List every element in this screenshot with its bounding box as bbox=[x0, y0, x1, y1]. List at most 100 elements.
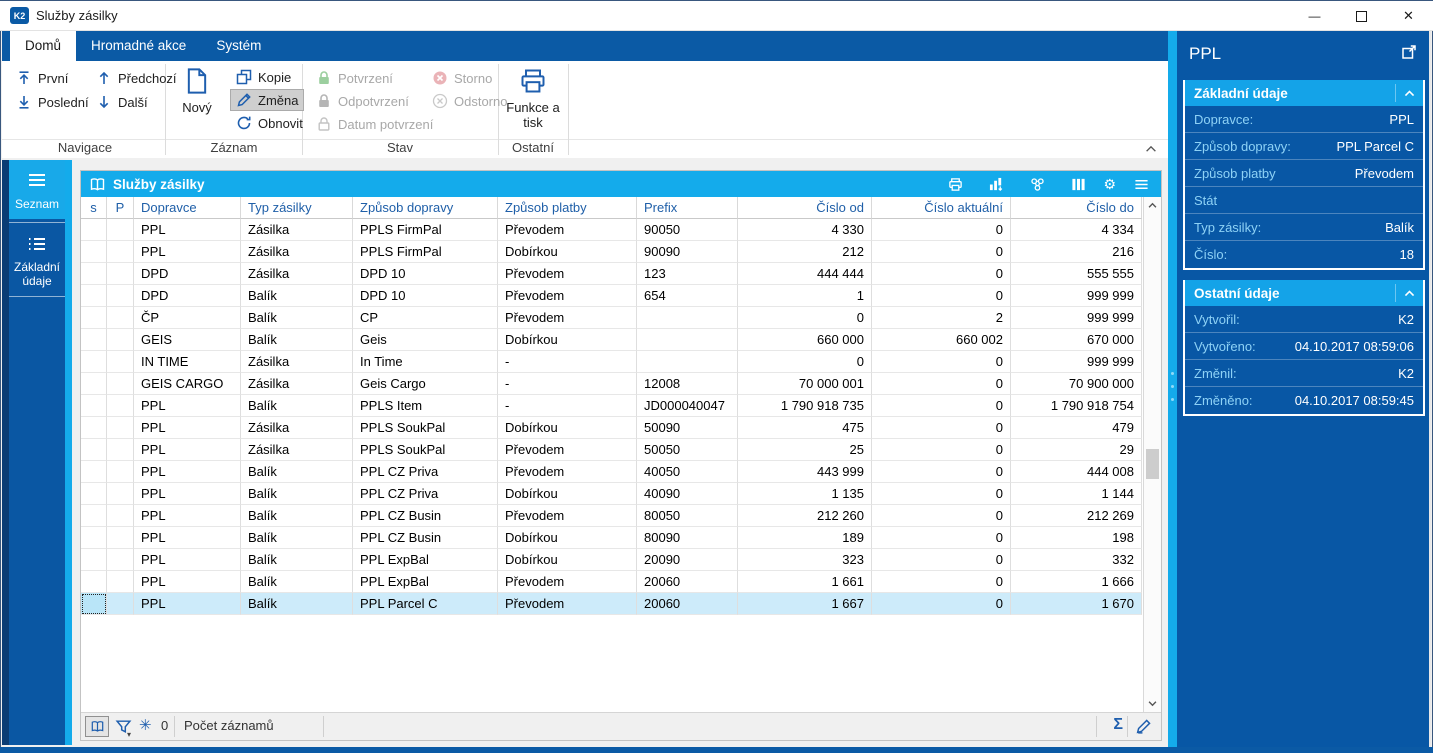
table-cell[interactable] bbox=[81, 219, 107, 241]
filter-caret-icon[interactable]: ▾ bbox=[127, 730, 131, 739]
edit-icon[interactable] bbox=[1135, 718, 1152, 735]
table-cell[interactable] bbox=[107, 241, 134, 263]
column-header[interactable]: Číslo od bbox=[738, 197, 872, 219]
table-row[interactable]: PPL Balík PPL CZ Priva Dobírkou 40090 1 135 0 1… bbox=[81, 483, 1143, 505]
table-row[interactable]: GEIS Balík Geis Dobírkou 660 000 660 002 670 0… bbox=[81, 329, 1143, 351]
section-header[interactable]: Ostatní údaje bbox=[1185, 280, 1423, 306]
table-cell[interactable]: 20060 bbox=[637, 571, 738, 593]
table-cell[interactable]: PPL bbox=[134, 593, 241, 615]
table-cell[interactable]: 0 bbox=[872, 417, 1011, 439]
table-cell[interactable]: Dobírkou bbox=[498, 241, 637, 263]
table-cell[interactable]: 670 000 bbox=[1011, 329, 1142, 351]
table-cell[interactable]: PPL CZ Busin bbox=[353, 527, 498, 549]
ribbon-collapse-chevron-icon[interactable] bbox=[1144, 142, 1158, 156]
column-header[interactable]: P bbox=[107, 197, 134, 219]
scroll-up-button[interactable] bbox=[1144, 197, 1161, 214]
table-cell[interactable]: PPL bbox=[134, 505, 241, 527]
table-cell[interactable] bbox=[81, 373, 107, 395]
table-cell[interactable]: CP bbox=[353, 307, 498, 329]
table-cell[interactable]: Dobírkou bbox=[498, 483, 637, 505]
section-header[interactable]: Základní údaje bbox=[1185, 80, 1423, 106]
next-button[interactable]: Další bbox=[90, 91, 154, 113]
table-cell[interactable] bbox=[107, 285, 134, 307]
table-cell[interactable]: PPL bbox=[134, 417, 241, 439]
menu-icon[interactable] bbox=[1133, 177, 1150, 192]
table-cell[interactable]: Dobírkou bbox=[498, 549, 637, 571]
table-cell[interactable]: 40090 bbox=[637, 483, 738, 505]
sum-icon[interactable]: Σ bbox=[1113, 716, 1123, 734]
table-cell[interactable]: Balík bbox=[241, 395, 353, 417]
table-cell[interactable] bbox=[107, 351, 134, 373]
table-row[interactable]: PPL Balík PPL CZ Busin Dobírkou 80090 189 0 198 bbox=[81, 527, 1143, 549]
new-button[interactable]: Nový bbox=[174, 67, 220, 115]
table-cell[interactable] bbox=[107, 219, 134, 241]
table-cell[interactable]: ČP bbox=[134, 307, 241, 329]
table-cell[interactable] bbox=[81, 307, 107, 329]
table-cell[interactable] bbox=[81, 593, 107, 615]
scrollbar-thumb[interactable] bbox=[1146, 449, 1159, 479]
section-collapse-button[interactable] bbox=[1395, 284, 1423, 302]
table-cell[interactable] bbox=[107, 527, 134, 549]
table-cell[interactable] bbox=[81, 351, 107, 373]
table-row[interactable]: DPD Zásilka DPD 10 Převodem 123 444 444 0 555 5… bbox=[81, 263, 1143, 285]
table-cell[interactable]: 50090 bbox=[637, 417, 738, 439]
table-cell[interactable]: 0 bbox=[872, 593, 1011, 615]
table-row[interactable]: PPL Balík PPL ExpBal Dobírkou 20090 323 0 332 bbox=[81, 549, 1143, 571]
confirm-date-button[interactable]: Datum potvrzení bbox=[310, 113, 439, 135]
table-cell[interactable] bbox=[107, 483, 134, 505]
table-cell[interactable]: PPLS Item bbox=[353, 395, 498, 417]
table-cell[interactable]: 444 008 bbox=[1011, 461, 1142, 483]
table-cell[interactable] bbox=[107, 373, 134, 395]
table-cell[interactable]: 12008 bbox=[637, 373, 738, 395]
column-header[interactable]: Dopravce bbox=[134, 197, 241, 219]
table-cell[interactable]: PPL bbox=[134, 571, 241, 593]
table-cell[interactable]: PPL bbox=[134, 461, 241, 483]
table-cell[interactable] bbox=[81, 395, 107, 417]
column-header[interactable]: Typ zásilky bbox=[241, 197, 353, 219]
table-cell[interactable]: 0 bbox=[872, 263, 1011, 285]
table-cell[interactable]: 1 135 bbox=[738, 483, 872, 505]
table-cell[interactable]: 4 334 bbox=[1011, 219, 1142, 241]
first-button[interactable]: První bbox=[10, 67, 74, 89]
table-cell[interactable]: DPD 10 bbox=[353, 285, 498, 307]
maximize-button[interactable] bbox=[1338, 1, 1385, 31]
table-cell[interactable] bbox=[81, 571, 107, 593]
table-cell[interactable]: 999 999 bbox=[1011, 351, 1142, 373]
table-cell[interactable]: 70 000 001 bbox=[738, 373, 872, 395]
uncancel-button[interactable]: Odstorno bbox=[426, 90, 513, 112]
sidebar-item-seznam[interactable]: Seznam bbox=[9, 160, 65, 219]
table-cell[interactable]: 1 790 918 754 bbox=[1011, 395, 1142, 417]
table-cell[interactable]: PPLS SoukPal bbox=[353, 439, 498, 461]
table-cell[interactable] bbox=[107, 505, 134, 527]
table-cell[interactable] bbox=[107, 263, 134, 285]
table-cell[interactable]: PPL bbox=[134, 549, 241, 571]
table-cell[interactable]: Balík bbox=[241, 593, 353, 615]
table-cell[interactable] bbox=[107, 329, 134, 351]
table-cell[interactable]: 0 bbox=[872, 373, 1011, 395]
table-cell[interactable] bbox=[81, 549, 107, 571]
table-cell[interactable]: 0 bbox=[872, 549, 1011, 571]
table-cell[interactable] bbox=[637, 307, 738, 329]
table-cell[interactable]: Převodem bbox=[498, 571, 637, 593]
table-cell[interactable]: 1 667 bbox=[738, 593, 872, 615]
table-cell[interactable]: DPD 10 bbox=[353, 263, 498, 285]
table-cell[interactable]: 444 444 bbox=[738, 263, 872, 285]
table-cell[interactable] bbox=[81, 263, 107, 285]
table-cell[interactable]: Převodem bbox=[498, 439, 637, 461]
table-cell[interactable]: 212 bbox=[738, 241, 872, 263]
sidebar-item-zakladni-udaje[interactable]: Základní údaje bbox=[9, 222, 65, 297]
table-cell[interactable]: PPL CZ Busin bbox=[353, 505, 498, 527]
table-cell[interactable]: 0 bbox=[872, 571, 1011, 593]
table-cell[interactable] bbox=[81, 527, 107, 549]
table-cell[interactable]: Balík bbox=[241, 571, 353, 593]
table-row[interactable]: PPL Balík PPL CZ Busin Převodem 80050 212 260… bbox=[81, 505, 1143, 527]
table-cell[interactable]: JD000040047 bbox=[637, 395, 738, 417]
table-cell[interactable]: 999 999 bbox=[1011, 285, 1142, 307]
table-cell[interactable]: 1 bbox=[738, 285, 872, 307]
gear-icon[interactable]: ⚙ bbox=[1103, 176, 1116, 192]
table-cell[interactable] bbox=[81, 461, 107, 483]
table-cell[interactable]: 198 bbox=[1011, 527, 1142, 549]
table-cell[interactable]: 216 bbox=[1011, 241, 1142, 263]
table-cell[interactable]: Balík bbox=[241, 461, 353, 483]
table-cell[interactable]: 123 bbox=[637, 263, 738, 285]
